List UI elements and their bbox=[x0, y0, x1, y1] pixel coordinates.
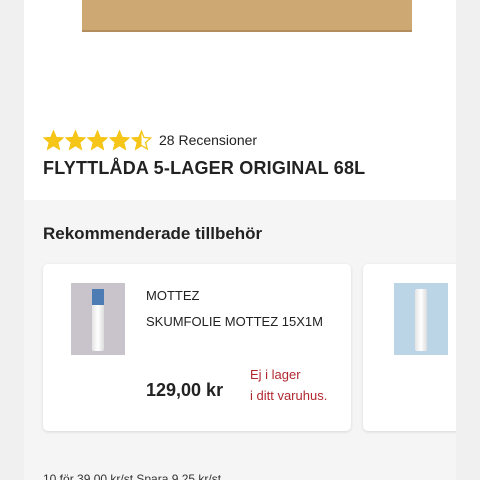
star-full-icon bbox=[109, 129, 130, 150]
product-card: 28 Recensioner FLYTTLÅDA 5-LAGER ORIGINA… bbox=[24, 0, 456, 200]
accessory-card[interactable]: MOTTEZ SKUMFOLIE MOTTEZ 15X1M 129,00 kr … bbox=[43, 264, 351, 431]
rating-row[interactable]: 28 Recensioner bbox=[43, 128, 257, 152]
product-roll-icon bbox=[415, 289, 427, 351]
star-full-icon bbox=[87, 129, 108, 150]
star-rating bbox=[43, 129, 153, 151]
page-frame: 28 Recensioner FLYTTLÅDA 5-LAGER ORIGINA… bbox=[24, 0, 456, 480]
accessory-card[interactable] bbox=[363, 264, 456, 431]
product-title: FLYTTLÅDA 5-LAGER ORIGINAL 68L bbox=[43, 158, 366, 178]
accessory-price: 129,00 kr bbox=[146, 380, 224, 400]
stock-status-line: Ej i lager bbox=[250, 367, 301, 382]
accessory-image[interactable] bbox=[71, 283, 125, 355]
accessory-brand: MOTTEZ bbox=[146, 288, 200, 303]
accessory-image[interactable] bbox=[394, 283, 448, 355]
section-title-accessories: Rekommenderade tillbehör bbox=[43, 224, 263, 243]
star-full-icon bbox=[43, 129, 64, 150]
review-count[interactable]: 28 Recensioner bbox=[159, 132, 257, 148]
star-half-icon bbox=[131, 129, 152, 150]
roll-label-icon bbox=[92, 289, 104, 305]
footer-offer-text: 10 för 39,00 kr/st Spara 9,25 kr/st bbox=[43, 472, 222, 480]
product-image[interactable] bbox=[82, 0, 412, 32]
stock-status-line: i ditt varuhus. bbox=[250, 388, 328, 403]
accessory-name[interactable]: SKUMFOLIE MOTTEZ 15X1M bbox=[146, 314, 323, 329]
stock-status: Ej i lager i ditt varuhus. bbox=[250, 364, 327, 406]
star-full-icon bbox=[65, 129, 86, 150]
